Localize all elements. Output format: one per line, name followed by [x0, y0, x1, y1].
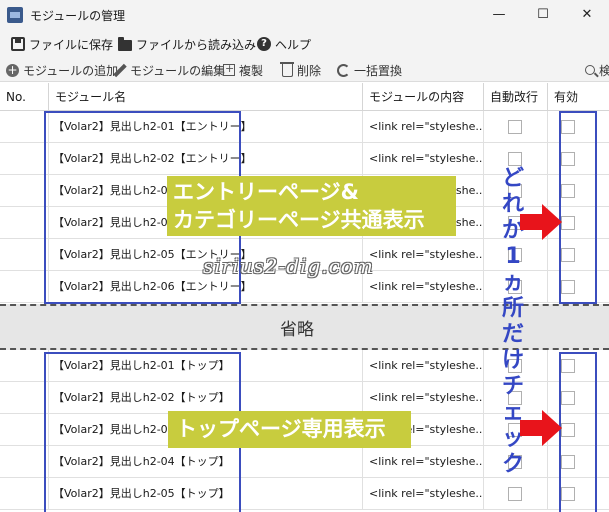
vertical-char: ク	[501, 452, 524, 477]
pencil-icon	[113, 64, 126, 77]
row-number-cell	[0, 143, 49, 175]
search-label: 検	[599, 63, 609, 78]
module-content-cell: <link rel="styleshe...	[363, 271, 484, 303]
vertical-char: ヵ	[501, 270, 524, 295]
maximize-button[interactable]: ☐	[521, 0, 565, 30]
edit-module-button[interactable]: モジュールの編集	[113, 61, 225, 79]
folder-icon	[118, 36, 132, 51]
delete-label: 削除	[297, 63, 322, 78]
search-button[interactable]: 検	[585, 61, 609, 79]
add-module-button[interactable]: + モジュールの追加	[6, 61, 118, 79]
row-number-cell	[0, 111, 49, 143]
add-module-label: モジュールの追加	[23, 63, 119, 78]
minimize-button[interactable]: —	[477, 0, 521, 30]
module-content-cell: <link rel="styleshe...	[363, 350, 484, 382]
close-button[interactable]: ✕	[565, 0, 609, 30]
module-content-cell: <link rel="styleshe...	[363, 239, 484, 271]
save-to-file-menu[interactable]: ファイルに保存	[11, 35, 113, 53]
save-icon	[11, 37, 25, 51]
module-content-cell: <link rel="styleshe...	[363, 382, 484, 414]
toolbar: + モジュールの追加 モジュールの編集 複製 削除 一括置換 検	[0, 56, 609, 82]
search-icon	[585, 65, 595, 75]
table-header: No. モジュール名 モジュールの内容 自動改行 有効	[0, 83, 609, 111]
row-number-cell	[0, 239, 49, 271]
column-header-name[interactable]: モジュール名	[49, 83, 363, 111]
module-content-cell: <link rel="styleshe...	[363, 111, 484, 143]
vertical-char: 1	[505, 244, 521, 269]
vertical-char: け	[501, 348, 524, 373]
row-number-cell	[0, 350, 49, 382]
callout-entry-line2: カテゴリーページ共通表示	[173, 208, 425, 232]
trash-icon	[280, 62, 294, 77]
module-content-cell: <link rel="styleshe...	[363, 143, 484, 175]
app-icon	[7, 7, 23, 23]
duplicate-label: 複製	[239, 63, 264, 78]
save-to-file-label: ファイルに保存	[29, 37, 114, 52]
arrow-right-icon	[520, 204, 562, 240]
column-header-no[interactable]: No.	[0, 83, 49, 111]
row-number-cell	[0, 207, 49, 239]
bulk-replace-button[interactable]: 一括置換	[337, 61, 402, 79]
callout-entry-line1: エントリーページ&	[173, 180, 359, 204]
help-menu[interactable]: ? ヘルプ	[257, 35, 311, 53]
vertical-char: ど	[501, 166, 524, 191]
delete-button[interactable]: 削除	[280, 61, 322, 79]
window-title: モジュールの管理	[30, 9, 126, 23]
column-header-content[interactable]: モジュールの内容	[363, 83, 484, 111]
callout-top-page: トップページ専用表示	[168, 411, 411, 448]
row-number-cell	[0, 446, 49, 478]
row-number-cell	[0, 478, 49, 510]
duplicate-button[interactable]: 複製	[223, 61, 263, 79]
enabled-column-frame-top	[559, 111, 597, 304]
row-number-cell	[0, 271, 49, 303]
auto-wrap-cell	[484, 111, 548, 143]
watermark: sirius2-dig.com	[203, 254, 374, 278]
column-header-enabled[interactable]: 有効	[548, 83, 609, 111]
bulk-replace-label: 一括置換	[354, 63, 403, 78]
help-label: ヘルプ	[275, 37, 312, 52]
plus-icon: +	[6, 62, 19, 77]
enabled-column-frame-bottom	[559, 352, 597, 512]
arrow-right-icon	[520, 410, 562, 446]
row-number-cell	[0, 414, 49, 446]
auto-wrap-checkbox[interactable]	[508, 120, 522, 134]
refresh-icon	[337, 63, 350, 77]
load-from-file-menu[interactable]: ファイルから読み込み	[118, 35, 256, 53]
row-number-cell	[0, 175, 49, 207]
omitted-label: 省略	[280, 320, 314, 340]
duplicate-icon	[223, 62, 235, 76]
title-bar: モジュールの管理 — ☐ ✕	[0, 0, 609, 30]
auto-wrap-checkbox[interactable]	[508, 152, 522, 166]
row-number-cell	[0, 382, 49, 414]
auto-wrap-checkbox[interactable]	[508, 487, 522, 501]
auto-wrap-cell	[484, 478, 548, 510]
callout-entry-category: エントリーページ& カテゴリーページ共通表示	[167, 176, 456, 236]
edit-module-label: モジュールの編集	[130, 63, 226, 78]
module-content-cell: <link rel="styleshe...	[363, 446, 484, 478]
column-header-auto-wrap[interactable]: 自動改行	[484, 83, 548, 111]
menu-bar: ファイルに保存 ファイルから読み込み ? ヘルプ	[0, 30, 609, 56]
vertical-char: だ	[501, 322, 524, 347]
vertical-char: チ	[501, 374, 524, 399]
load-from-file-label: ファイルから読み込み	[136, 37, 257, 52]
vertical-char: 所	[501, 296, 524, 321]
help-icon: ?	[257, 37, 271, 51]
module-content-cell: <link rel="styleshe...	[363, 478, 484, 510]
